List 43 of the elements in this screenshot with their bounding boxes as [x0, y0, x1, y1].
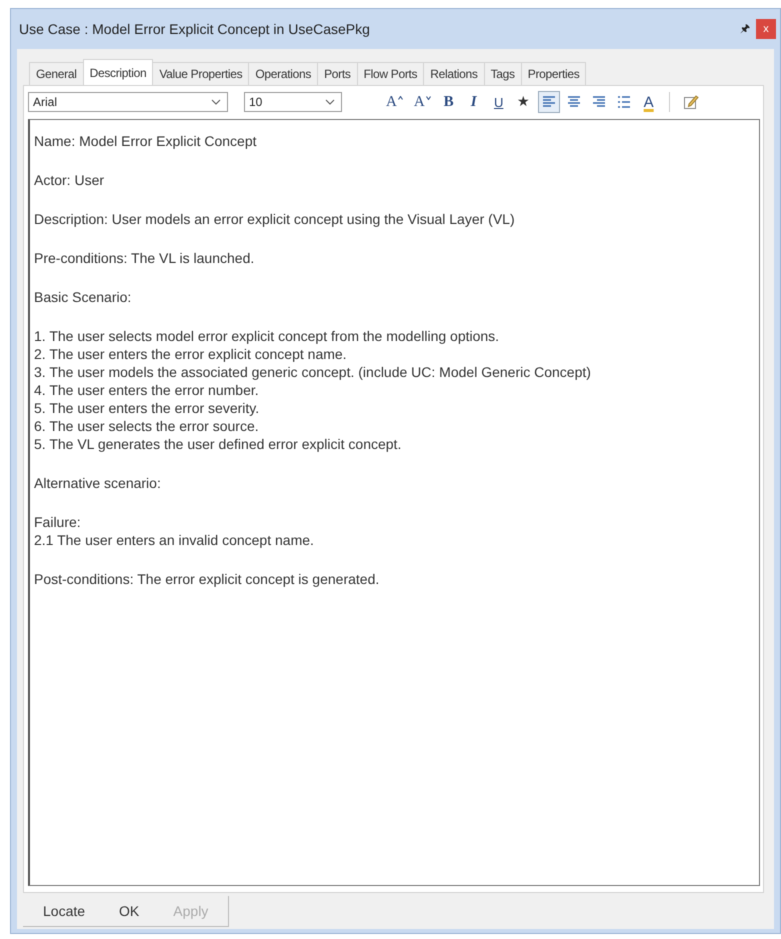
description-text: 5. The user enters the error severity.: [34, 399, 260, 417]
description-text: 5. The VL generates the user defined error explicit concept.: [34, 435, 402, 453]
align-center-icon: [566, 96, 581, 108]
font-dropdown[interactable]: Arial: [28, 92, 228, 112]
window-title: Use Case : Model Error Explicit Concept in UseCasePkg: [19, 21, 371, 37]
description-text: 1. The user selects model error explicit concept from the modelling options.: [34, 327, 500, 345]
description-text: 4. The user enters the error number.: [34, 381, 260, 399]
description-text: Name: Model Error Explicit Concept: [34, 132, 258, 150]
description-text: 6. The user selects the error source.: [34, 417, 260, 435]
chevron-down-icon: [325, 99, 335, 105]
pin-button[interactable]: 🖈: [740, 20, 750, 38]
italic-button[interactable]: I: [462, 91, 485, 113]
tab[interactable]: Description: [82, 59, 154, 85]
align-right-icon: [592, 96, 606, 108]
dialog-button[interactable]: Locate: [43, 902, 86, 918]
align-left-button[interactable]: [538, 91, 560, 113]
pencil-icon: [682, 94, 699, 110]
align-left-icon: [542, 96, 556, 108]
description-text: Alternative scenario:: [34, 474, 162, 492]
bold-button[interactable]: B: [438, 91, 460, 113]
color-button[interactable]: A: [638, 91, 660, 113]
underline-button[interactable]: U: [488, 91, 510, 113]
caret-up-icon: [398, 96, 403, 100]
description-text: Post-conditions: The error explicit concept is generated.: [34, 570, 380, 588]
description-text: 3. The user models the associated generic concept. (include UC: Model Generic Concept): [34, 363, 592, 381]
description-text: Basic Scenario:: [34, 288, 132, 306]
shrink-button[interactable]: A: [410, 91, 435, 113]
description-text: 2. The user enters the error explicit concept name.: [34, 345, 348, 363]
description-text: Failure:: [34, 513, 82, 531]
description-text: Pre-conditions: The VL is launched.: [34, 249, 256, 267]
strike-button[interactable]: ★: [512, 91, 535, 113]
description-text: 2.1 The user enters an invalid concept name.: [34, 531, 315, 549]
dialog-button[interactable]: OK: [119, 902, 140, 918]
description-text: Actor: User: [34, 171, 106, 189]
caret-down-icon: [426, 96, 431, 100]
grow-button[interactable]: A: [382, 91, 407, 113]
chevron-down-icon: [211, 99, 221, 105]
description-text: Description: User models an error explicit concept using the Visual Layer (VL): [34, 210, 516, 228]
tab[interactable]: Properties: [520, 62, 586, 85]
close-button[interactable]: x: [756, 19, 776, 39]
bullet-list-icon: [616, 96, 631, 108]
size-dropdown[interactable]: 10: [244, 92, 342, 112]
tab[interactable]: General: [29, 62, 84, 85]
